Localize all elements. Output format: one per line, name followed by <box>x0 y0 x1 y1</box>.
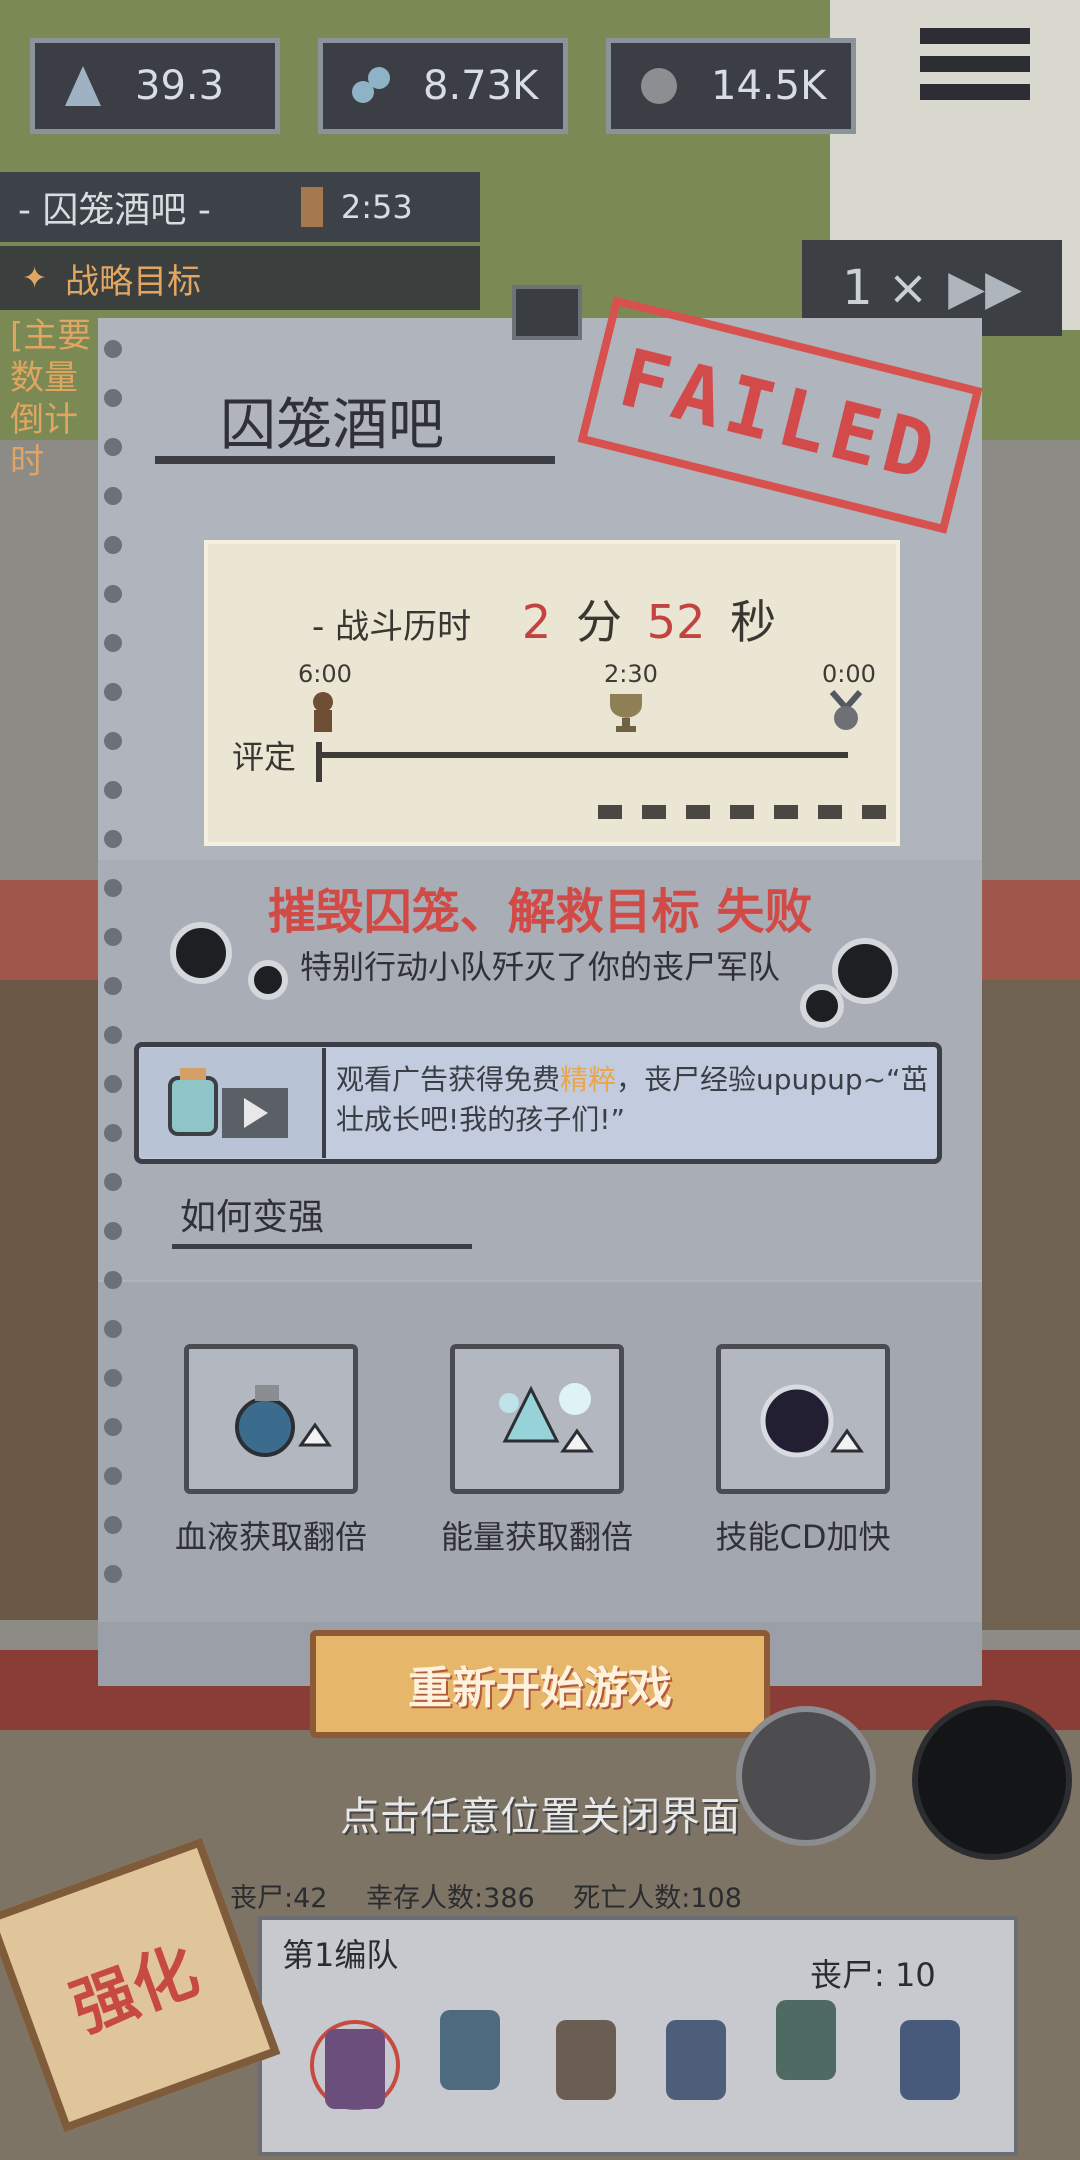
tip-label: 技能CD加快 <box>715 1518 891 1556</box>
zombie-marker-icon <box>306 690 340 732</box>
ad-highlight: 精粹 <box>560 1063 617 1096</box>
tip-skill-cd[interactable] <box>716 1344 890 1494</box>
strategy-label: 战略目标 <box>65 261 202 302</box>
zombie-unit-icon[interactable] <box>440 2010 500 2090</box>
zombie-unit-icon[interactable] <box>666 2020 726 2100</box>
rating-tick: 6:00 <box>298 660 352 688</box>
medal-icon <box>826 690 863 730</box>
blood-flask-icon <box>235 1385 332 1457</box>
bullet-hole-icon <box>248 960 288 1000</box>
duration-seconds: 52 <box>646 595 706 649</box>
title-underline <box>155 456 555 464</box>
track-start <box>316 742 322 782</box>
right-wall <box>980 980 1080 1630</box>
objective-line: 数量 <box>10 358 78 398</box>
blood-value: 14.5K <box>711 63 827 109</box>
squad-name[interactable]: 第1编队 <box>282 1930 398 1976</box>
failure-subtitle: 特别行动小队歼灭了你的丧尸军队 <box>299 948 780 986</box>
objective-text: [主要 数量 倒计时 <box>10 315 100 483</box>
crystal-counter: 8.73K <box>318 38 568 134</box>
squad-count: 丧尸: 10 <box>810 1956 936 1994</box>
zombie-unit-icon <box>325 2029 385 2109</box>
bullet-hole-icon <box>170 922 232 984</box>
notebook-holes <box>104 340 124 1660</box>
blood-counter: 14.5K <box>606 38 856 134</box>
howto-title: 如何变强 <box>180 1197 325 1238</box>
stage-timer: 2:53 <box>340 188 413 226</box>
tip-label: 能量获取翻倍 <box>440 1518 633 1556</box>
duration-seconds-unit: 秒 <box>730 595 777 649</box>
ad-description[interactable]: 观看广告获得免费精粹，丧尸经验upupup~“茁壮成长吧!我的孩子们!” <box>336 1060 936 1140</box>
energy-crystal-icon <box>61 64 105 108</box>
stage-label: - 囚笼酒吧 - 2:53 <box>0 172 480 242</box>
rating-tick: 2:30 <box>604 660 658 688</box>
selected-unit[interactable] <box>310 2020 400 2110</box>
zombie-unit-icon[interactable] <box>556 2020 616 2100</box>
crystal-icon <box>349 64 393 108</box>
battle-duration: - 战斗历时 2 分 52 秒 <box>312 586 776 652</box>
zombie-unit-icon[interactable] <box>900 2020 960 2100</box>
howto-underline <box>172 1244 472 1249</box>
timer-icon <box>300 187 323 227</box>
stage-name: - 囚笼酒吧 - <box>18 190 211 231</box>
restart-label: 重新开始游戏 <box>408 1663 672 1714</box>
target-icon: ✦ <box>22 260 48 296</box>
rating-tick: 0:00 <box>822 660 876 688</box>
ad-video-icon[interactable] <box>140 1048 326 1158</box>
tip-blood-double[interactable] <box>184 1344 358 1494</box>
restart-button[interactable]: 重新开始游戏 <box>310 1630 770 1738</box>
ad-text: 观看广告获得免费 <box>336 1063 561 1096</box>
blood-icon <box>637 64 681 108</box>
bullet-hole-icon <box>800 984 844 1028</box>
objective-line: 倒计时 <box>10 400 78 482</box>
zombie-count: 丧尸:42 <box>230 1883 328 1914</box>
rating-label: 评定 <box>232 738 297 776</box>
rating-track <box>320 752 848 758</box>
dark-orb-icon <box>760 1384 864 1458</box>
duration-minutes: 2 <box>521 595 552 649</box>
tip-label: 血液获取翻倍 <box>174 1518 367 1556</box>
zombie-unit-icon[interactable] <box>776 2000 836 2080</box>
dialog-title: 囚笼酒吧 <box>220 393 444 458</box>
energy-counter: 39.3 <box>30 38 280 134</box>
energy-value: 39.3 <box>135 63 225 109</box>
duration-label: - 战斗历时 <box>312 607 472 647</box>
fast-forward-icon: ▶▶ <box>948 260 1022 316</box>
death-count: 死亡人数:108 <box>573 1883 742 1914</box>
menu-button[interactable] <box>920 28 1030 118</box>
speed-value: 1 × <box>842 260 929 316</box>
duration-minutes-unit: 分 <box>575 595 622 649</box>
bullet-hole-icon <box>832 938 898 1004</box>
close-hint[interactable]: 点击任意位置关闭界面 <box>0 1784 1080 1842</box>
left-wall <box>0 980 100 1620</box>
objective-line: [主要 <box>10 316 92 356</box>
trophy-icon <box>606 690 642 732</box>
paper-dash <box>598 804 898 819</box>
strengthen-label: 强化 <box>62 1933 208 2048</box>
survivor-count: 幸存人数:386 <box>366 1883 535 1914</box>
paper-clip <box>512 285 582 340</box>
failure-title: 摧毁囚笼、解救目标 失败 <box>267 884 813 940</box>
crystal-value: 8.73K <box>423 63 539 109</box>
battle-stats: 丧尸:42 幸存人数:386 死亡人数:108 <box>230 1876 742 1915</box>
energy-crystal-icon <box>499 1383 594 1453</box>
tip-energy-double[interactable] <box>450 1344 624 1494</box>
strategy-target[interactable]: ✦ 战略目标 <box>0 246 480 310</box>
